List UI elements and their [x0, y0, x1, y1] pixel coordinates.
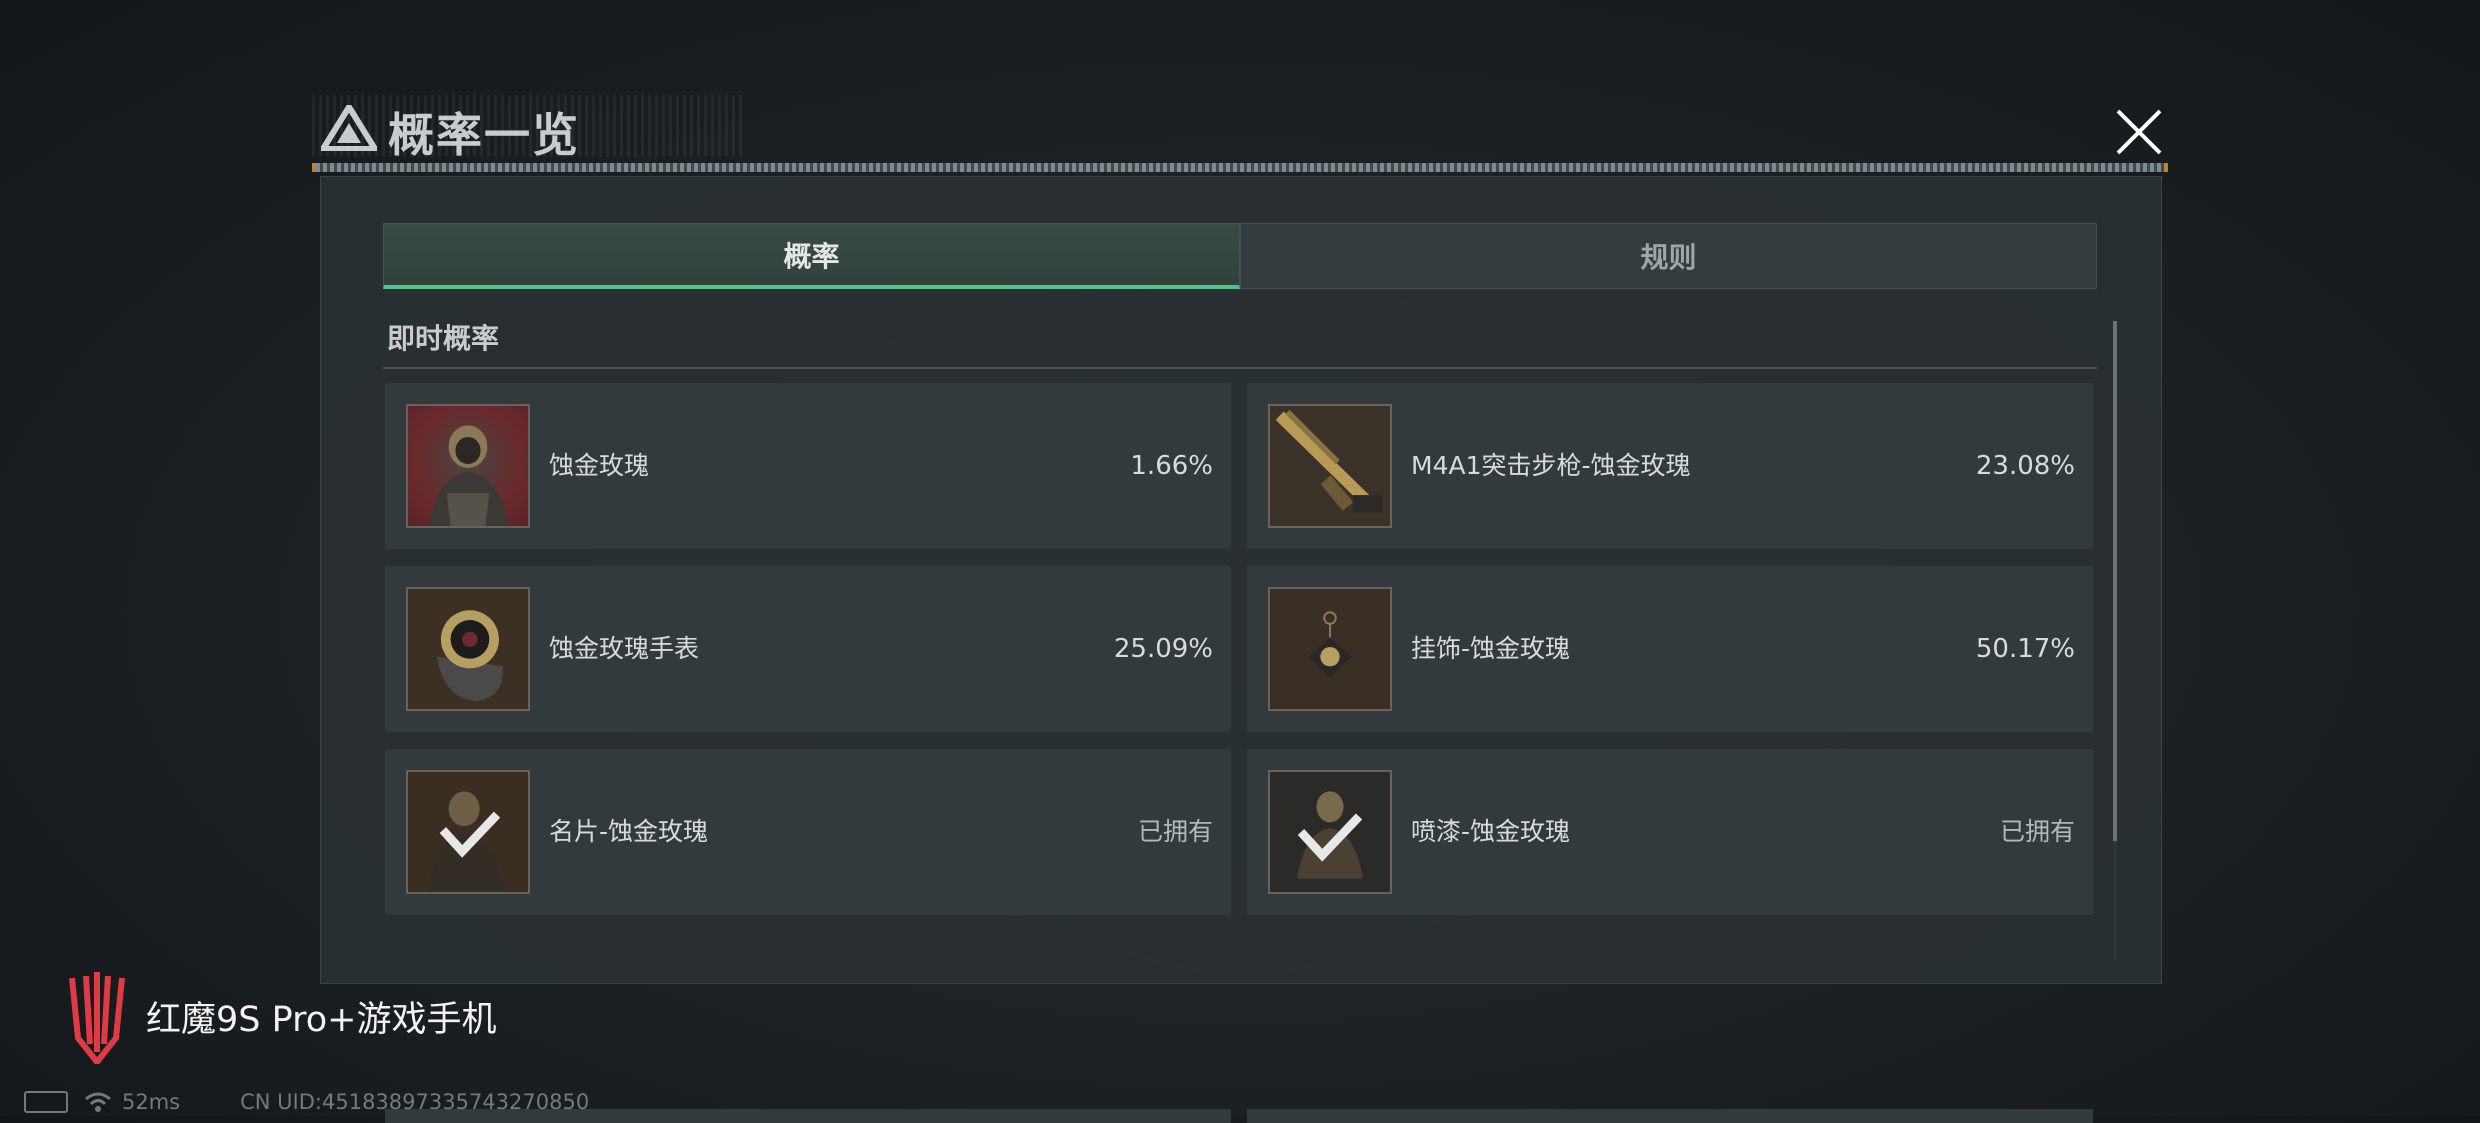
item-name: 蚀金玫瑰	[549, 451, 650, 480]
probability-panel: 概率 规则 即时概率 蚀金玫瑰 1.66% M4A1突击步枪-蚀金玫瑰 23.0…	[320, 176, 2162, 1123]
tab-rules[interactable]: 规则	[1240, 223, 2097, 289]
dialog-header: 概率一览	[312, 95, 2168, 162]
rifle-icon	[1268, 404, 1392, 528]
spray-icon	[1268, 770, 1392, 894]
watch-icon	[406, 587, 530, 711]
item-name: 名片-蚀金玫瑰	[549, 817, 709, 846]
scrollbar-thumb[interactable]	[2113, 321, 2117, 841]
owned-label: 已拥有	[1137, 817, 1213, 846]
close-button[interactable]	[2110, 103, 2168, 161]
list-item[interactable]: 名片-蚀金玫瑰 已拥有	[385, 749, 1231, 915]
list-item[interactable]: 挂饰-蚀金玫瑰 50.17%	[1247, 566, 2093, 732]
section-title: 即时概率	[387, 322, 500, 355]
item-probability: 23.08%	[1975, 451, 2075, 481]
operator-skin-icon	[406, 404, 530, 528]
list-item	[1247, 1109, 2093, 1123]
charm-icon	[1268, 587, 1392, 711]
item-probability: 50.17%	[1975, 634, 2075, 664]
item-name: 挂饰-蚀金玫瑰	[1411, 634, 1571, 663]
owned-label: 已拥有	[1999, 817, 2075, 846]
list-item[interactable]: 蚀金玫瑰手表 25.09%	[385, 566, 1231, 732]
wifi-icon	[85, 1092, 111, 1112]
item-name: 蚀金玫瑰手表	[549, 634, 700, 663]
brand-watermark: 红魔9S Pro+游戏手机	[62, 968, 496, 1064]
red-magic-logo-icon	[69, 972, 125, 1064]
brand-text: 红魔9S Pro+游戏手机	[146, 999, 497, 1040]
list-item[interactable]: 蚀金玫瑰 1.66%	[385, 383, 1231, 549]
item-name: 喷漆-蚀金玫瑰	[1411, 817, 1571, 846]
list-item[interactable]: M4A1突击步枪-蚀金玫瑰 23.08%	[1247, 383, 2093, 549]
header-divider	[312, 163, 2168, 172]
close-icon	[2116, 109, 2162, 155]
ping-value: 52ms	[122, 1090, 181, 1114]
triangle-logo-icon	[321, 105, 377, 151]
item-probability: 1.66%	[1130, 451, 1213, 481]
user-uid: CN UID:45183897335743270850	[240, 1090, 590, 1114]
tab-bar: 概率 规则	[383, 223, 2097, 289]
section-divider	[383, 367, 2097, 369]
status-bar: 52ms CN UID:45183897335743270850	[24, 1088, 589, 1116]
item-probability: 25.09%	[1113, 634, 1213, 664]
tab-probability[interactable]: 概率	[383, 223, 1240, 289]
name-card-icon	[406, 770, 530, 894]
list-item[interactable]: 喷漆-蚀金玫瑰 已拥有	[1247, 749, 2093, 915]
dialog-title: 概率一览	[388, 108, 580, 162]
item-name: M4A1突击步枪-蚀金玫瑰	[1411, 451, 1691, 480]
battery-icon	[24, 1091, 68, 1113]
